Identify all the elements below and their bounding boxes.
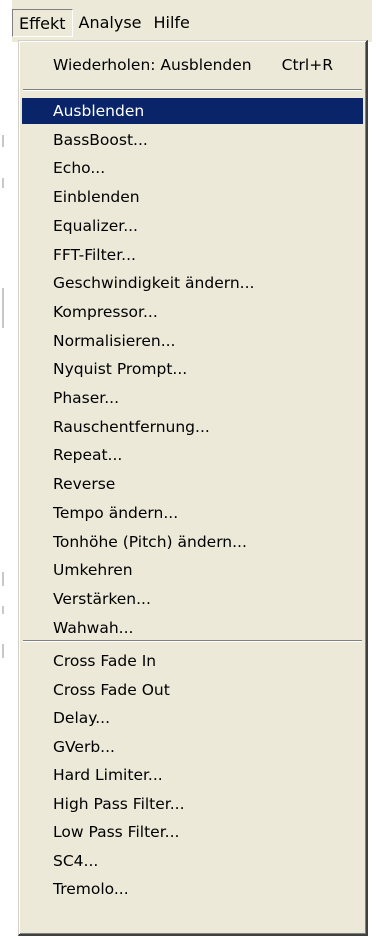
menu-item-label: Tonhöhe (Pitch) ändern... bbox=[53, 532, 247, 551]
menu-item-repeat-last[interactable]: Wiederholen: Ausblenden Ctrl+R bbox=[22, 49, 363, 81]
menu-item-gverb[interactable]: GVerb... bbox=[22, 734, 363, 760]
menu-item-label: Equalizer... bbox=[53, 216, 138, 235]
menu-item-cross-fade-in[interactable]: Cross Fade In bbox=[22, 648, 363, 674]
menu-item-label: Cross Fade Out bbox=[53, 680, 170, 699]
menu-item-tremolo[interactable]: Tremolo... bbox=[22, 876, 363, 902]
menu-item-label: Wahwah... bbox=[53, 618, 134, 637]
menu-item-label: Wiederholen: Ausblenden bbox=[53, 56, 252, 74]
menu-item-rauschentfernung[interactable]: Rauschentfernung... bbox=[22, 414, 363, 440]
menu-hilfe[interactable]: Hilfe bbox=[148, 9, 196, 37]
background-edge-mark bbox=[2, 135, 4, 147]
background-edge-mark bbox=[2, 606, 4, 614]
menu-item-delay[interactable]: Delay... bbox=[22, 705, 363, 731]
menu-item-label: Kompressor... bbox=[53, 302, 158, 321]
menu-item-phaser[interactable]: Phaser... bbox=[22, 385, 363, 411]
menu-item-tonhoehe-pitch-aendern[interactable]: Tonhöhe (Pitch) ändern... bbox=[22, 529, 363, 555]
menu-item-shortcut: Ctrl+R bbox=[281, 56, 333, 74]
menu-item-normalisieren[interactable]: Normalisieren... bbox=[22, 328, 363, 354]
menu-item-umkehren[interactable]: Umkehren bbox=[22, 557, 363, 583]
menu-item-label: BassBoost... bbox=[53, 130, 148, 149]
menu-item-label: Ausblenden bbox=[53, 102, 145, 120]
menu-item-label: SC4... bbox=[53, 851, 99, 870]
menu-item-cross-fade-out[interactable]: Cross Fade Out bbox=[22, 677, 363, 703]
menu-bar: Effekt Analyse Hilfe bbox=[12, 0, 372, 42]
menu-item-kompressor[interactable]: Kompressor... bbox=[22, 299, 363, 325]
menu-item-label: FFT-Filter... bbox=[53, 245, 136, 264]
menu-item-equalizer[interactable]: Equalizer... bbox=[22, 213, 363, 239]
menu-item-reverse[interactable]: Reverse bbox=[22, 471, 363, 497]
menu-item-label: Verstärken... bbox=[53, 589, 151, 608]
menu-item-label: High Pass Filter... bbox=[53, 794, 185, 813]
background-edge-mark bbox=[2, 644, 4, 658]
menu-item-label: Reverse bbox=[53, 475, 116, 494]
menu-item-label: Tremolo... bbox=[53, 880, 129, 898]
background-window-edge-right bbox=[370, 0, 376, 938]
menu-item-repeat[interactable]: Repeat... bbox=[22, 442, 363, 468]
menu-item-geschwindigkeit-aendern[interactable]: Geschwindigkeit ändern... bbox=[22, 270, 363, 296]
background-window-edge bbox=[0, 0, 12, 938]
menu-item-hard-limiter[interactable]: Hard Limiter... bbox=[22, 762, 363, 788]
menu-item-label: Repeat... bbox=[53, 446, 123, 465]
menu-item-label: Cross Fade In bbox=[53, 652, 157, 670]
background-edge-mark bbox=[2, 178, 4, 188]
menu-item-einblenden[interactable]: Einblenden bbox=[22, 184, 363, 210]
menu-item-label: Rauschentfernung... bbox=[53, 417, 210, 436]
background-edge-mark bbox=[2, 572, 4, 586]
menu-effekt[interactable]: Effekt bbox=[12, 9, 73, 37]
menu-separator bbox=[23, 640, 362, 642]
menu-item-label: Low Pass Filter... bbox=[53, 823, 180, 841]
effekt-dropdown-menu: Wiederholen: Ausblenden Ctrl+R Ausblende… bbox=[18, 40, 368, 936]
menu-item-sc4[interactable]: SC4... bbox=[22, 848, 363, 874]
menu-item-label: Einblenden bbox=[53, 188, 140, 207]
menu-item-fft-filter[interactable]: FFT-Filter... bbox=[22, 242, 363, 268]
menu-item-low-pass-filter[interactable]: Low Pass Filter... bbox=[22, 819, 363, 845]
menu-item-wahwah[interactable]: Wahwah... bbox=[22, 615, 363, 641]
menu-item-bassboost[interactable]: BassBoost... bbox=[22, 127, 363, 153]
menu-item-ausblenden[interactable]: Ausblenden bbox=[22, 98, 363, 124]
menu-analyse[interactable]: Analyse bbox=[73, 9, 148, 37]
menu-item-label: GVerb... bbox=[53, 737, 115, 756]
menu-item-label: Nyquist Prompt... bbox=[53, 360, 188, 379]
menu-item-label: Normalisieren... bbox=[53, 331, 176, 350]
menu-item-label: Tempo ändern... bbox=[53, 503, 179, 522]
menu-item-label: Echo... bbox=[53, 159, 106, 178]
menu-item-label: Geschwindigkeit ändern... bbox=[53, 274, 255, 293]
menu-item-verstaerken[interactable]: Verstärken... bbox=[22, 586, 363, 612]
menu-item-label: Umkehren bbox=[53, 561, 133, 580]
background-edge-mark bbox=[2, 288, 4, 328]
menu-item-tempo-aendern[interactable]: Tempo ändern... bbox=[22, 500, 363, 526]
menu-item-label: Hard Limiter... bbox=[53, 766, 163, 784]
menu-item-nyquist-prompt[interactable]: Nyquist Prompt... bbox=[22, 356, 363, 382]
menu-item-high-pass-filter[interactable]: High Pass Filter... bbox=[22, 791, 363, 817]
menu-separator bbox=[23, 89, 362, 91]
menu-item-echo[interactable]: Echo... bbox=[22, 155, 363, 181]
menu-item-label: Delay... bbox=[53, 709, 111, 727]
menu-item-label: Phaser... bbox=[53, 389, 120, 407]
